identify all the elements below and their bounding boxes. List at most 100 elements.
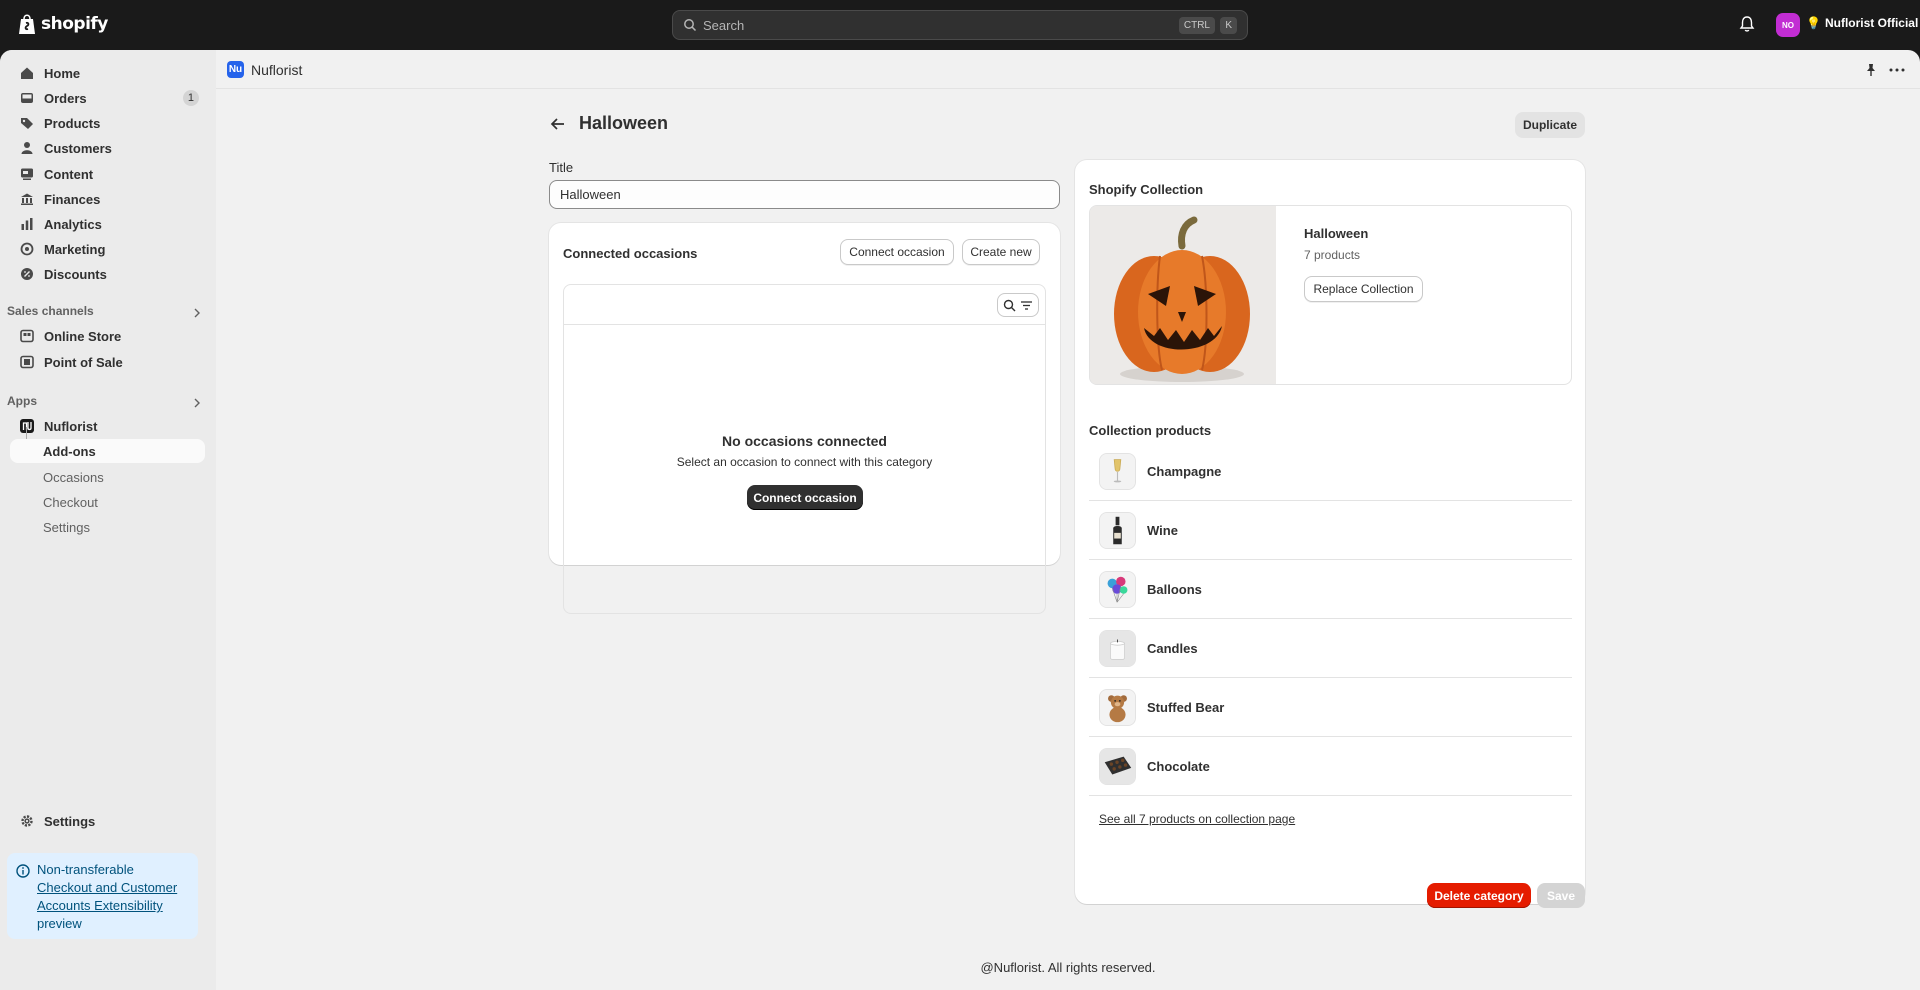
card-title: Connected occasions [563, 246, 698, 261]
duplicate-button[interactable]: Duplicate [1515, 112, 1585, 138]
sidebar-item-products[interactable]: Products [10, 110, 205, 136]
sidebar-item-analytics[interactable]: Analytics [10, 211, 205, 237]
person-icon [20, 141, 34, 155]
sidebar-item-label: Settings [44, 813, 96, 829]
sidebar-item-orders[interactable]: Orders 1 [10, 85, 205, 111]
chevron-right-icon[interactable] [191, 397, 203, 409]
product-name: Balloons [1147, 582, 1202, 597]
wine-thumbnail [1099, 512, 1136, 549]
target-icon [20, 242, 34, 256]
discount-icon [20, 267, 34, 281]
sidebar-subitem-occasions[interactable]: Occasions [43, 470, 104, 485]
pos-icon [20, 355, 34, 369]
sidebar-item-label: Point of Sale [44, 354, 123, 370]
sidebar-item-online-store[interactable]: Online Store [10, 323, 205, 349]
empty-state-description: Select an occasion to connect with this … [676, 455, 933, 469]
sidebar-subitem-settings[interactable]: Settings [43, 520, 90, 535]
product-name: Champagne [1147, 464, 1222, 479]
banner-link[interactable]: Checkout and Customer Accounts Extensibi… [37, 880, 177, 913]
sidebar-item-discounts[interactable]: Discounts [10, 261, 205, 287]
sidebar-item-marketing[interactable]: Marketing [10, 236, 205, 262]
orders-icon [20, 91, 34, 105]
pin-icon[interactable] [1864, 63, 1878, 77]
store-icon [20, 329, 34, 343]
save-button[interactable]: Save [1537, 883, 1585, 908]
sidebar-item-label: Discounts [44, 266, 107, 282]
product-row[interactable]: Candles [1089, 620, 1572, 678]
back-arrow-icon[interactable] [549, 115, 567, 133]
collection-summary: Halloween 7 products Replace Collection [1089, 205, 1572, 385]
more-options-icon[interactable] [1888, 62, 1906, 78]
search-filter-toggle[interactable] [997, 293, 1039, 317]
store-initials: NO [1782, 20, 1794, 30]
sales-channels-heading[interactable]: Sales channels [7, 304, 94, 318]
sidebar-item-home[interactable]: Home [10, 60, 205, 86]
see-all-products-link[interactable]: See all 7 products on collection page [1099, 812, 1295, 826]
sidebar-subitem-add-ons[interactable]: Add-ons [10, 439, 205, 463]
sidebar-item-content[interactable]: Content [10, 161, 205, 187]
sidebar-item-label: Customers [44, 140, 112, 156]
product-row[interactable]: Champagne [1089, 443, 1572, 501]
info-icon [16, 864, 30, 878]
home-icon [20, 66, 34, 80]
content-icon [20, 167, 34, 181]
teddy-bear-thumbnail [1099, 689, 1136, 726]
empty-state-title: No occasions connected [722, 433, 887, 449]
balloons-thumbnail [1099, 571, 1136, 608]
occasions-table: No occasions connected Select an occasio… [563, 284, 1046, 614]
table-divider [564, 324, 1045, 325]
product-name: Candles [1147, 641, 1198, 656]
top-bar: shopify Search CTRL K NO 💡 Nuflorist Off… [0, 0, 1920, 50]
tag-icon [20, 116, 34, 130]
shopify-bag-icon [19, 14, 35, 34]
sidebar-item-point-of-sale[interactable]: Point of Sale [10, 349, 205, 375]
store-menu[interactable]: 💡 Nuflorist Official [1806, 16, 1918, 30]
shortcut-k-key: K [1220, 17, 1237, 34]
shopify-collection-card: Shopify Collection Halloween 7 products … [1075, 160, 1585, 904]
lightbulb-icon: 💡 [1806, 16, 1821, 30]
product-row[interactable]: Wine [1089, 502, 1572, 560]
apps-heading[interactable]: Apps [7, 394, 37, 408]
notification-bell-icon[interactable] [1738, 15, 1756, 33]
shopify-logo[interactable]: shopify [18, 13, 108, 35]
app-bar: Nu Nuflorist [216, 50, 1920, 89]
product-row[interactable]: Balloons [1089, 561, 1572, 619]
chevron-right-icon[interactable] [191, 307, 203, 319]
filter-lines-icon [1021, 300, 1032, 310]
main-content: Nu Nuflorist Halloween Duplicate Title C… [216, 50, 1920, 990]
search-bar[interactable]: Search CTRL K [672, 10, 1248, 40]
product-row[interactable]: Stuffed Bear [1089, 679, 1572, 737]
nuflorist-app-icon: Nu [227, 61, 244, 78]
sidebar-item-label: Products [44, 115, 101, 131]
sidebar-item-settings[interactable]: Settings [10, 808, 205, 834]
collection-product-count: 7 products [1304, 248, 1361, 262]
connected-occasions-card: Connected occasions Connect occasion Cre… [549, 223, 1060, 614]
sidebar-item-finances[interactable]: Finances [10, 186, 205, 212]
app-title: Nuflorist [251, 62, 303, 78]
collection-image [1090, 206, 1276, 384]
replace-collection-button[interactable]: Replace Collection [1304, 276, 1423, 302]
sidebar-item-label: Finances [44, 191, 101, 207]
create-new-button[interactable]: Create new [962, 239, 1040, 265]
sidebar-item-label: Analytics [44, 216, 102, 232]
sidebar-item-label: Online Store [44, 328, 122, 344]
product-name: Wine [1147, 523, 1178, 538]
sidebar-item-label: Nuflorist [44, 418, 98, 434]
store-name-label: Nuflorist Official [1824, 16, 1919, 30]
delete-category-button[interactable]: Delete category [1427, 883, 1531, 908]
banner-prefix: Non-transferable [37, 862, 134, 877]
collection-products-title: Collection products [1089, 423, 1212, 438]
orders-count-badge: 1 [182, 90, 199, 106]
sidebar-item-customers[interactable]: Customers [10, 135, 205, 161]
title-field[interactable] [549, 180, 1060, 209]
chart-icon [20, 217, 34, 231]
sidebar-item-nuflorist[interactable]: Nuflorist [10, 413, 205, 439]
sidebar-subitem-checkout[interactable]: Checkout [43, 495, 98, 510]
product-row[interactable]: Chocolate [1089, 738, 1572, 796]
sidebar-item-label: Orders [44, 90, 87, 106]
store-avatar[interactable]: NO [1776, 13, 1800, 37]
search-icon [684, 19, 697, 32]
card-title: Shopify Collection [1089, 182, 1204, 197]
connect-occasion-button[interactable]: Connect occasion [840, 239, 954, 265]
empty-state-connect-button[interactable]: Connect occasion [747, 485, 863, 510]
